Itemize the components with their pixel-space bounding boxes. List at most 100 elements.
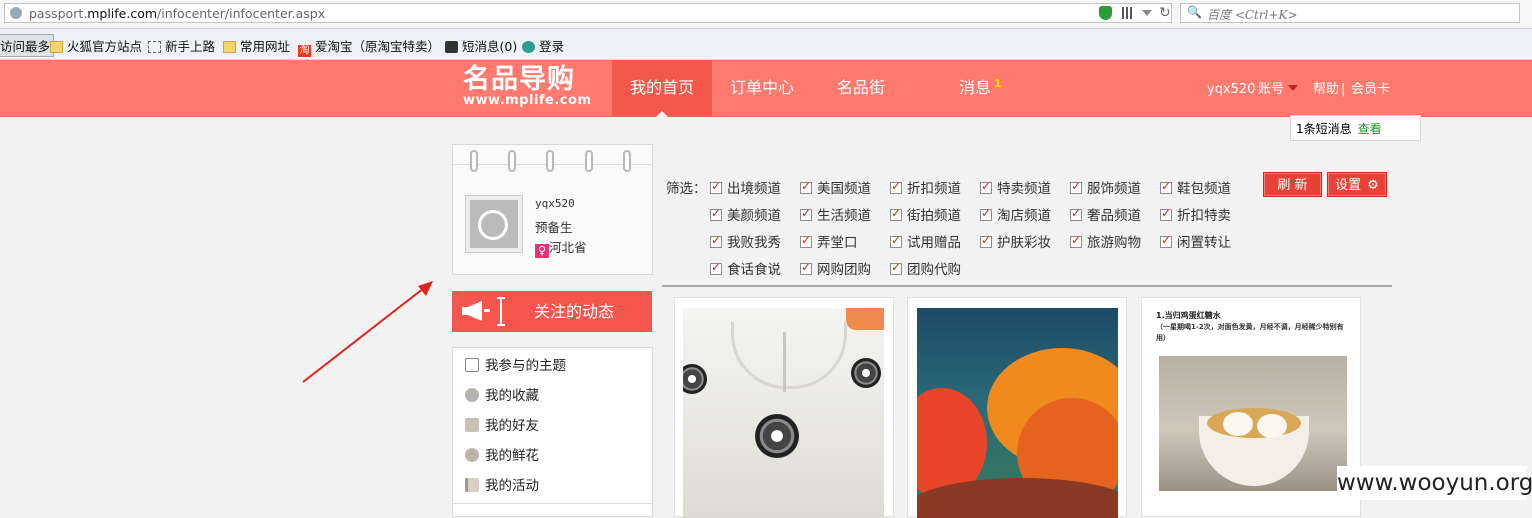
chevron-down-icon[interactable] <box>1142 10 1152 16</box>
feed-card-dress[interactable] <box>674 297 894 518</box>
message-badge: 1 <box>994 77 1002 90</box>
filter-checkbox[interactable]: 试用赠品 <box>890 231 961 251</box>
recipe-subtitle: （一星期喝1-2次，对面色发黄，月经不调，月经稀少特别有用） <box>1156 323 1344 342</box>
filter-checkbox[interactable]: 折扣特卖 <box>1160 204 1231 224</box>
dashed-folder-icon <box>148 41 161 53</box>
reload-icon[interactable]: ↻ <box>1159 5 1171 21</box>
site-logo[interactable]: 名品导购 www.mplife.com <box>463 64 592 108</box>
megaphone-icon <box>462 301 490 321</box>
bookmark-most-visited[interactable]: 访问最多 <box>0 34 55 57</box>
feed-card-recipe[interactable]: 1.当归鸡蛋红糖水 （一星期喝1-2次，对面色发黄，月经不调，月经稀少特别有用） <box>1141 297 1361 517</box>
binder-ring-icon <box>470 150 478 172</box>
menu-my-activities[interactable]: 我的活动 <box>465 476 539 496</box>
url-text[interactable]: passport.mplife.com/infocenter/infocente… <box>29 6 325 21</box>
taobao-icon: 淘 <box>298 45 311 57</box>
bookmark-getting-started[interactable]: 新手上路 <box>148 36 215 55</box>
nav-my-home[interactable]: 我的首页 <box>612 60 712 117</box>
account-menu[interactable]: 账号 <box>1258 60 1299 116</box>
filter-divider <box>662 285 1392 287</box>
filter-checkbox[interactable]: 折扣频道 <box>890 177 961 197</box>
profile-username[interactable]: yqx520 <box>535 197 575 210</box>
binder-ring-icon <box>546 150 554 172</box>
filter-label: 筛选： <box>666 181 707 197</box>
bookmark-ai-taobao[interactable]: 淘爱淘宝（原淘宝特卖） <box>298 36 440 57</box>
follow-activity-tab[interactable]: 关注的动态 <box>452 291 652 332</box>
header-separator: | <box>1341 82 1346 97</box>
filter-checkbox[interactable]: 网购团购 <box>800 258 871 278</box>
nav-brand-street[interactable]: 名品街 <box>820 60 902 116</box>
shield-icon[interactable] <box>1099 6 1112 20</box>
soup-photo[interactable] <box>1159 356 1347 491</box>
filter-checkbox[interactable]: 美颜频道 <box>710 204 781 224</box>
follow-activity-label: 关注的动态 <box>534 302 615 321</box>
filter-checkbox[interactable]: 出境频道 <box>710 177 781 197</box>
bookmark-login[interactable]: 登录 <box>522 36 564 55</box>
filter-checkbox[interactable]: 街拍频道 <box>890 204 961 224</box>
globe-icon <box>10 7 22 19</box>
filter-checkbox[interactable]: 弄堂口 <box>800 231 858 251</box>
recipe-title: 1.当归鸡蛋红糖水 <box>1156 311 1221 320</box>
filter-checkbox[interactable]: 淘店频道 <box>980 204 1051 224</box>
menu-my-flowers[interactable]: 我的鲜花 <box>465 446 539 466</box>
avatar[interactable] <box>465 195 523 253</box>
heart-icon <box>465 388 479 402</box>
browser-url-bar: passport.mplife.com/infocenter/infocente… <box>0 0 1532 29</box>
view-message-link[interactable]: 查看 <box>1358 122 1382 136</box>
gear-icon: ⚙ <box>1367 178 1379 193</box>
flag-icon <box>465 478 479 492</box>
binder-ring-icon <box>585 150 593 172</box>
filter-checkbox[interactable]: 团购代购 <box>890 258 961 278</box>
nav-messages[interactable]: 消息 1 <box>944 60 1006 116</box>
binder-ring-icon <box>508 150 516 172</box>
folder-icon <box>50 41 63 53</box>
username-link[interactable]: yqx520 <box>1207 60 1255 116</box>
dress-photo[interactable] <box>683 308 884 518</box>
login-icon <box>522 41 535 53</box>
member-card-link[interactable]: 会员卡 <box>1351 60 1390 116</box>
bookmark-common-urls[interactable]: 常用网址 <box>223 36 290 55</box>
folder-icon <box>223 41 236 53</box>
search-placeholder: 百度 <Ctrl+K> <box>1207 8 1298 22</box>
chevron-down-icon <box>1288 85 1299 91</box>
filter-checkbox[interactable]: 旅游购物 <box>1070 231 1141 251</box>
filter-checkbox[interactable]: 美国频道 <box>800 177 871 197</box>
filter-checkbox[interactable]: 鞋包频道 <box>1160 177 1231 197</box>
nav-order-center[interactable]: 订单中心 <box>712 60 812 116</box>
bookmark-short-messages[interactable]: 短消息(0) <box>445 36 517 55</box>
menu-my-friends[interactable]: 我的好友 <box>465 416 539 436</box>
message-popup-text: 1条短消息 <box>1296 122 1352 136</box>
bookmark-firefox-site[interactable]: 火狐官方站点 <box>50 36 142 55</box>
menu-my-favorites[interactable]: 我的收藏 <box>465 386 539 406</box>
female-icon: ♀ <box>535 244 549 258</box>
settings-button[interactable]: 设置 ⚙ <box>1327 172 1387 197</box>
filter-checkbox[interactable]: 特卖频道 <box>980 177 1051 197</box>
profile-level: 预备生 <box>535 220 573 235</box>
filter-checkbox[interactable]: 我败我秀 <box>710 231 781 251</box>
bookmarks-bar: 访问最多 火狐官方站点 新手上路 常用网址 淘爱淘宝（原淘宝特卖） 短消息(0)… <box>0 29 1532 60</box>
message-popup: 1条短消息 查看 <box>1290 115 1421 141</box>
search-input[interactable]: 🔍 百度 <Ctrl+K> <box>1180 3 1520 23</box>
profile-card: yqx520 预备生 ♀ 河北省 <box>452 144 653 275</box>
menu-my-topics[interactable]: 我参与的主题 <box>465 356 566 376</box>
flower-icon <box>465 448 479 462</box>
filter-checkbox[interactable]: 奢品频道 <box>1070 204 1141 224</box>
feed-card-painting[interactable] <box>907 297 1127 518</box>
filter-checkbox[interactable]: 服饰频道 <box>1070 177 1141 197</box>
binder-ring-icon <box>623 150 631 172</box>
address-field[interactable]: passport.mplife.com/infocenter/infocente… <box>4 3 1172 23</box>
filter-checkbox[interactable]: 生活频道 <box>800 204 871 224</box>
annotation-arrow <box>302 281 433 383</box>
watermark-text: www.wooyun.org <box>1337 466 1532 500</box>
edit-icon <box>465 358 479 372</box>
site-header: 名品导购 www.mplife.com 我的首页 订单中心 名品街 消息 1 y… <box>0 60 1532 117</box>
refresh-button[interactable]: 刷 新 <box>1263 172 1322 197</box>
filter-checkbox[interactable]: 闲置转让 <box>1160 231 1231 251</box>
profile-location: ♀ 河北省 <box>535 237 587 258</box>
qr-code-icon[interactable] <box>1122 7 1134 19</box>
nav-caret-icon <box>656 111 668 117</box>
painting-photo[interactable] <box>917 308 1118 518</box>
filter-checkbox[interactable]: 护肤彩妆 <box>980 231 1051 251</box>
logo-text: 名品导购 <box>463 64 575 95</box>
filter-checkbox[interactable]: 食话食说 <box>710 258 781 278</box>
help-link[interactable]: 帮助 <box>1313 60 1339 116</box>
